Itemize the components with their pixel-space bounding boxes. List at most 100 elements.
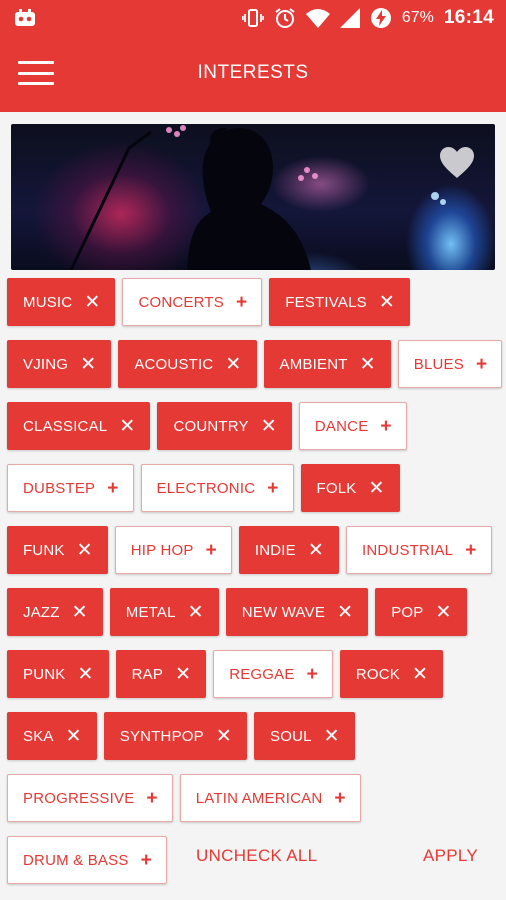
interest-chip-label: COUNTRY — [173, 417, 249, 435]
interest-chip-label: PROGRESSIVE — [23, 789, 135, 807]
interest-chip[interactable]: LATIN AMERICAN + — [179, 774, 361, 822]
interest-chip[interactable]: FESTIVALS ✕ — [269, 278, 410, 326]
interest-chip-label: INDUSTRIAL — [362, 541, 454, 559]
remove-icon[interactable]: ✕ — [369, 479, 385, 498]
interest-chip[interactable]: CONCERTS + — [122, 278, 263, 326]
interest-chip-label: RAP — [131, 665, 164, 683]
add-icon[interactable]: + — [465, 541, 476, 560]
battery-saver-icon — [370, 7, 392, 29]
interest-chip[interactable]: FUNK ✕ — [7, 526, 108, 574]
interest-chip-label: SYNTHPOP — [119, 727, 204, 745]
interest-chip[interactable]: COUNTRY ✕ — [157, 402, 292, 450]
interest-chip[interactable]: FOLK ✕ — [300, 464, 400, 512]
interest-chip[interactable]: METAL ✕ — [109, 588, 219, 636]
interest-chip-label: VJING — [23, 355, 69, 373]
add-icon[interactable]: + — [380, 417, 391, 436]
interest-chip-label: FESTIVALS — [285, 293, 367, 311]
interest-chip[interactable]: RAP ✕ — [115, 650, 207, 698]
remove-icon[interactable]: ✕ — [337, 603, 353, 622]
vibrate-icon — [241, 8, 264, 28]
page-title: INTERESTS — [197, 62, 309, 83]
add-icon[interactable]: + — [476, 355, 487, 374]
interest-chip-label: AMBIENT — [279, 355, 348, 373]
interest-chip[interactable]: ELECTRONIC + — [140, 464, 294, 512]
heart-icon[interactable] — [439, 146, 475, 180]
interest-chip[interactable]: JAZZ ✕ — [7, 588, 103, 636]
interest-chip-label: DUBSTEP — [23, 479, 96, 497]
interest-chip[interactable]: MUSIC ✕ — [7, 278, 116, 326]
add-icon[interactable]: + — [267, 479, 278, 498]
add-icon[interactable]: + — [334, 789, 345, 808]
add-icon[interactable]: + — [107, 479, 118, 498]
interest-chip-label: CONCERTS — [138, 293, 224, 311]
apply-button[interactable]: APPLY — [423, 846, 478, 866]
wifi-icon — [305, 8, 330, 28]
interest-chip-label: SKA — [23, 727, 54, 745]
interest-chip[interactable]: BLUES + — [397, 340, 503, 388]
interest-chip[interactable]: SYNTHPOP ✕ — [103, 712, 247, 760]
interest-chip-label: HIP HOP — [130, 541, 194, 559]
interest-chip-label: LATIN AMERICAN — [195, 789, 323, 807]
interest-chip[interactable]: CLASSICAL ✕ — [7, 402, 151, 450]
remove-icon[interactable]: ✕ — [175, 665, 191, 684]
battery-percent: 67% — [401, 9, 434, 26]
interest-chip[interactable]: HIP HOP + — [114, 526, 232, 574]
interest-chip[interactable]: ACOUSTIC ✕ — [118, 340, 257, 388]
interest-chip-label: ELECTRONIC — [156, 479, 256, 497]
alarm-icon — [274, 7, 296, 29]
interest-chip[interactable]: SKA ✕ — [7, 712, 97, 760]
signal-icon — [339, 8, 360, 28]
interest-chip-label: METAL — [125, 603, 176, 621]
remove-icon[interactable]: ✕ — [80, 355, 96, 374]
remove-icon[interactable]: ✕ — [84, 293, 100, 312]
interest-chip[interactable]: INDUSTRIAL + — [346, 526, 492, 574]
interest-chip[interactable]: PUNK ✕ — [7, 650, 109, 698]
remove-icon[interactable]: ✕ — [77, 541, 93, 560]
performer-silhouette — [69, 125, 446, 270]
interest-chip[interactable]: DANCE + — [298, 402, 407, 450]
add-icon[interactable]: + — [236, 293, 247, 312]
interest-chip[interactable]: POP ✕ — [375, 588, 467, 636]
uncheck-all-button[interactable]: UNCHECK ALL — [196, 846, 317, 866]
remove-icon[interactable]: ✕ — [324, 727, 340, 746]
interest-chip[interactable]: DUBSTEP + — [7, 464, 134, 512]
remove-icon[interactable]: ✕ — [360, 355, 376, 374]
add-icon[interactable]: + — [307, 665, 318, 684]
remove-icon[interactable]: ✕ — [225, 355, 241, 374]
interest-chip[interactable]: AMBIENT ✕ — [263, 340, 391, 388]
interest-chip-label: NEW WAVE — [241, 603, 326, 621]
clock: 16:14 — [443, 7, 494, 28]
footer-actions: UNCHECK ALL APPLY — [0, 830, 506, 882]
remove-icon[interactable]: ✕ — [216, 727, 232, 746]
remove-icon[interactable]: ✕ — [379, 293, 395, 312]
add-icon[interactable]: + — [146, 789, 157, 808]
interest-chip[interactable]: REGGAE + — [213, 650, 333, 698]
hero-concert-image — [11, 124, 495, 270]
interest-chip[interactable]: ROCK ✕ — [339, 650, 444, 698]
remove-icon[interactable]: ✕ — [435, 603, 451, 622]
interest-chip-label: REGGAE — [229, 665, 295, 683]
remove-icon[interactable]: ✕ — [188, 603, 204, 622]
interest-chip-list: MUSIC ✕ CONCERTS + FESTIVALS ✕ VJING ✕ ACOUSTIC ✕… — [7, 278, 503, 884]
remove-icon[interactable]: ✕ — [77, 665, 93, 684]
interest-chip[interactable]: VJING ✕ — [7, 340, 112, 388]
interest-chip-label: FUNK — [23, 541, 65, 559]
interest-chip-label: FOLK — [316, 479, 357, 497]
interest-chip-label: JAZZ — [23, 603, 60, 621]
remove-icon[interactable]: ✕ — [412, 665, 428, 684]
remove-icon[interactable]: ✕ — [66, 727, 82, 746]
interest-chip[interactable]: INDIE ✕ — [238, 526, 340, 574]
remove-icon[interactable]: ✕ — [72, 603, 88, 622]
status-bar: 67% 16:14 — [0, 0, 506, 36]
interest-chip-label: CLASSICAL — [23, 417, 108, 435]
app-notification-icon — [14, 9, 36, 27]
remove-icon[interactable]: ✕ — [261, 417, 277, 436]
interest-chip-label: DANCE — [314, 417, 369, 435]
interest-chip[interactable]: SOUL ✕ — [254, 712, 355, 760]
add-icon[interactable]: + — [206, 541, 217, 560]
interest-chip-label: ROCK — [355, 665, 401, 683]
interest-chip[interactable]: PROGRESSIVE + — [7, 774, 173, 822]
interest-chip[interactable]: NEW WAVE ✕ — [225, 588, 369, 636]
remove-icon[interactable]: ✕ — [308, 541, 324, 560]
remove-icon[interactable]: ✕ — [119, 417, 135, 436]
